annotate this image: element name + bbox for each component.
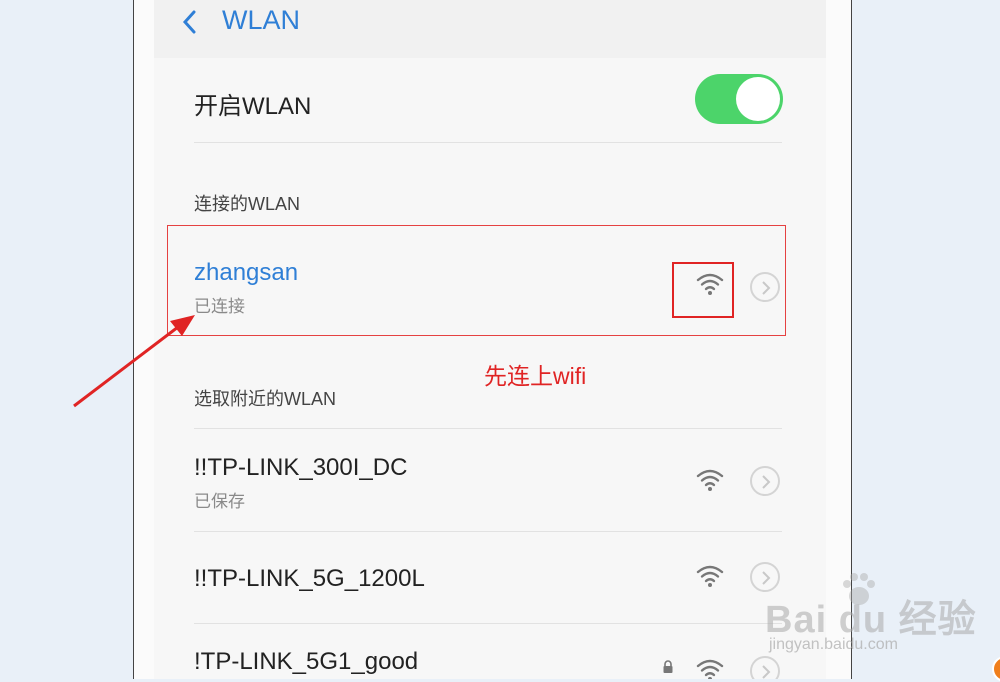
nearby-network-ssid: !!TP-LINK_5G_1200L xyxy=(194,565,425,592)
nearby-network-ssid: !!TP-LINK_300I_DC xyxy=(194,454,408,481)
connected-section-label: 连接的WLAN xyxy=(194,194,301,214)
divider xyxy=(194,623,782,624)
network-details-icon[interactable] xyxy=(750,466,780,496)
network-details-icon[interactable] xyxy=(750,656,780,679)
toggle-knob xyxy=(736,77,780,121)
nearby-network-status: 已保存 xyxy=(194,492,245,511)
wlan-toggle-switch[interactable] xyxy=(695,74,783,124)
chevron-left-icon[interactable] xyxy=(178,6,202,43)
watermark-url: jingyan.baidu.com xyxy=(769,636,898,653)
nearby-network-ssid: !TP-LINK_5G1_good xyxy=(194,648,419,675)
annotation-arrow-icon xyxy=(70,308,200,415)
wifi-icon-highlight xyxy=(672,262,734,318)
wlan-settings-screen: WLAN 开启WLAN 连接的WLAN zhangsan 已连接 选取附近的WL… xyxy=(154,0,826,679)
divider xyxy=(194,428,782,429)
watermark-brand: Bai du 经验 xyxy=(765,599,977,641)
phone-frame: WLAN 开启WLAN 连接的WLAN zhangsan 已连接 选取附近的WL… xyxy=(133,0,852,679)
wifi-signal-icon xyxy=(696,468,724,497)
lock-icon xyxy=(662,660,674,679)
wifi-signal-icon xyxy=(696,658,724,679)
wifi-signal-icon xyxy=(696,564,724,593)
header-bar: WLAN xyxy=(154,0,826,58)
divider xyxy=(194,142,782,143)
nearby-section-label: 选取附近的WLAN xyxy=(194,389,337,409)
corner-badge-icon xyxy=(992,656,1000,682)
divider xyxy=(194,531,782,532)
wlan-toggle-label: 开启WLAN xyxy=(194,93,312,120)
page-title: WLAN xyxy=(222,5,301,35)
annotation-text: 先连上wifi xyxy=(484,363,587,389)
